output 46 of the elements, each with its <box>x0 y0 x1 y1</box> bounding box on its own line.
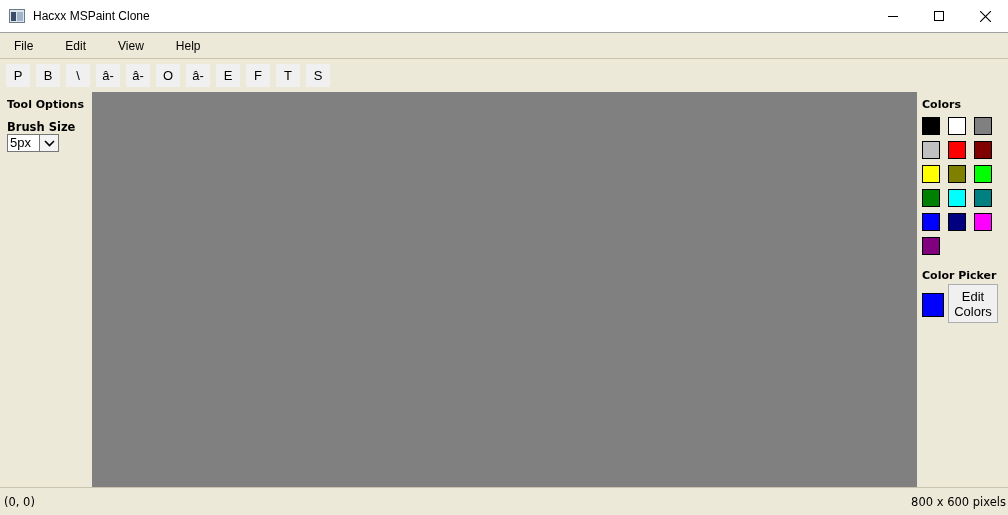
panel-heading: Tool Options <box>7 98 85 111</box>
color-swatch[interactable] <box>974 213 992 231</box>
tool-button[interactable]: â- <box>186 64 210 87</box>
tool-button[interactable]: T <box>276 64 300 87</box>
canvas-size: 800 x 600 pixels <box>911 494 1006 509</box>
panel-heading: Color Picker <box>922 269 998 282</box>
brush-size-dropdown[interactable]: 5px <box>7 134 59 152</box>
color-swatch[interactable] <box>922 165 940 183</box>
menu-item[interactable]: Edit <box>56 38 96 53</box>
field-label: Brush Size <box>7 120 77 134</box>
cursor-position: (0, 0) <box>4 494 35 509</box>
tool-button[interactable]: S <box>306 64 330 87</box>
color-swatch[interactable] <box>922 141 940 159</box>
panel-heading: Colors <box>922 98 962 111</box>
current-color-swatch[interactable] <box>922 293 944 317</box>
color-swatch[interactable] <box>974 189 992 207</box>
app-icon <box>9 9 25 23</box>
color-swatch[interactable] <box>948 165 966 183</box>
color-swatch[interactable] <box>922 189 940 207</box>
menu-item[interactable]: Help <box>166 38 210 53</box>
edit-colors-button[interactable]: Edit Colors <box>948 284 998 323</box>
tool-button[interactable]: F <box>246 64 270 87</box>
maximize-icon[interactable] <box>934 11 944 21</box>
color-swatch[interactable] <box>922 117 940 135</box>
color-swatch[interactable] <box>974 117 992 135</box>
window-title: Hacxx MSPaint Clone <box>33 9 150 23</box>
color-swatch[interactable] <box>948 213 966 231</box>
close-icon[interactable] <box>980 10 991 22</box>
tool-button[interactable]: P <box>6 64 30 87</box>
tool-button[interactable]: O <box>156 64 180 87</box>
tool-button[interactable]: â- <box>126 64 150 87</box>
chevron-down-icon <box>43 139 55 147</box>
tool-button[interactable]: E <box>216 64 240 87</box>
color-swatch[interactable] <box>948 141 966 159</box>
tool-button[interactable]: \ <box>66 64 90 87</box>
color-swatch[interactable] <box>948 117 966 135</box>
color-swatch[interactable] <box>922 237 940 255</box>
menu-item[interactable]: File <box>5 38 43 53</box>
color-swatch[interactable] <box>922 213 940 231</box>
minimize-icon[interactable] <box>888 15 898 17</box>
menu-item[interactable]: View <box>109 38 153 53</box>
color-swatch[interactable] <box>948 189 966 207</box>
tool-button[interactable]: â- <box>96 64 120 87</box>
color-swatch[interactable] <box>974 141 992 159</box>
tool-button[interactable]: B <box>36 64 60 87</box>
color-swatch[interactable] <box>974 165 992 183</box>
